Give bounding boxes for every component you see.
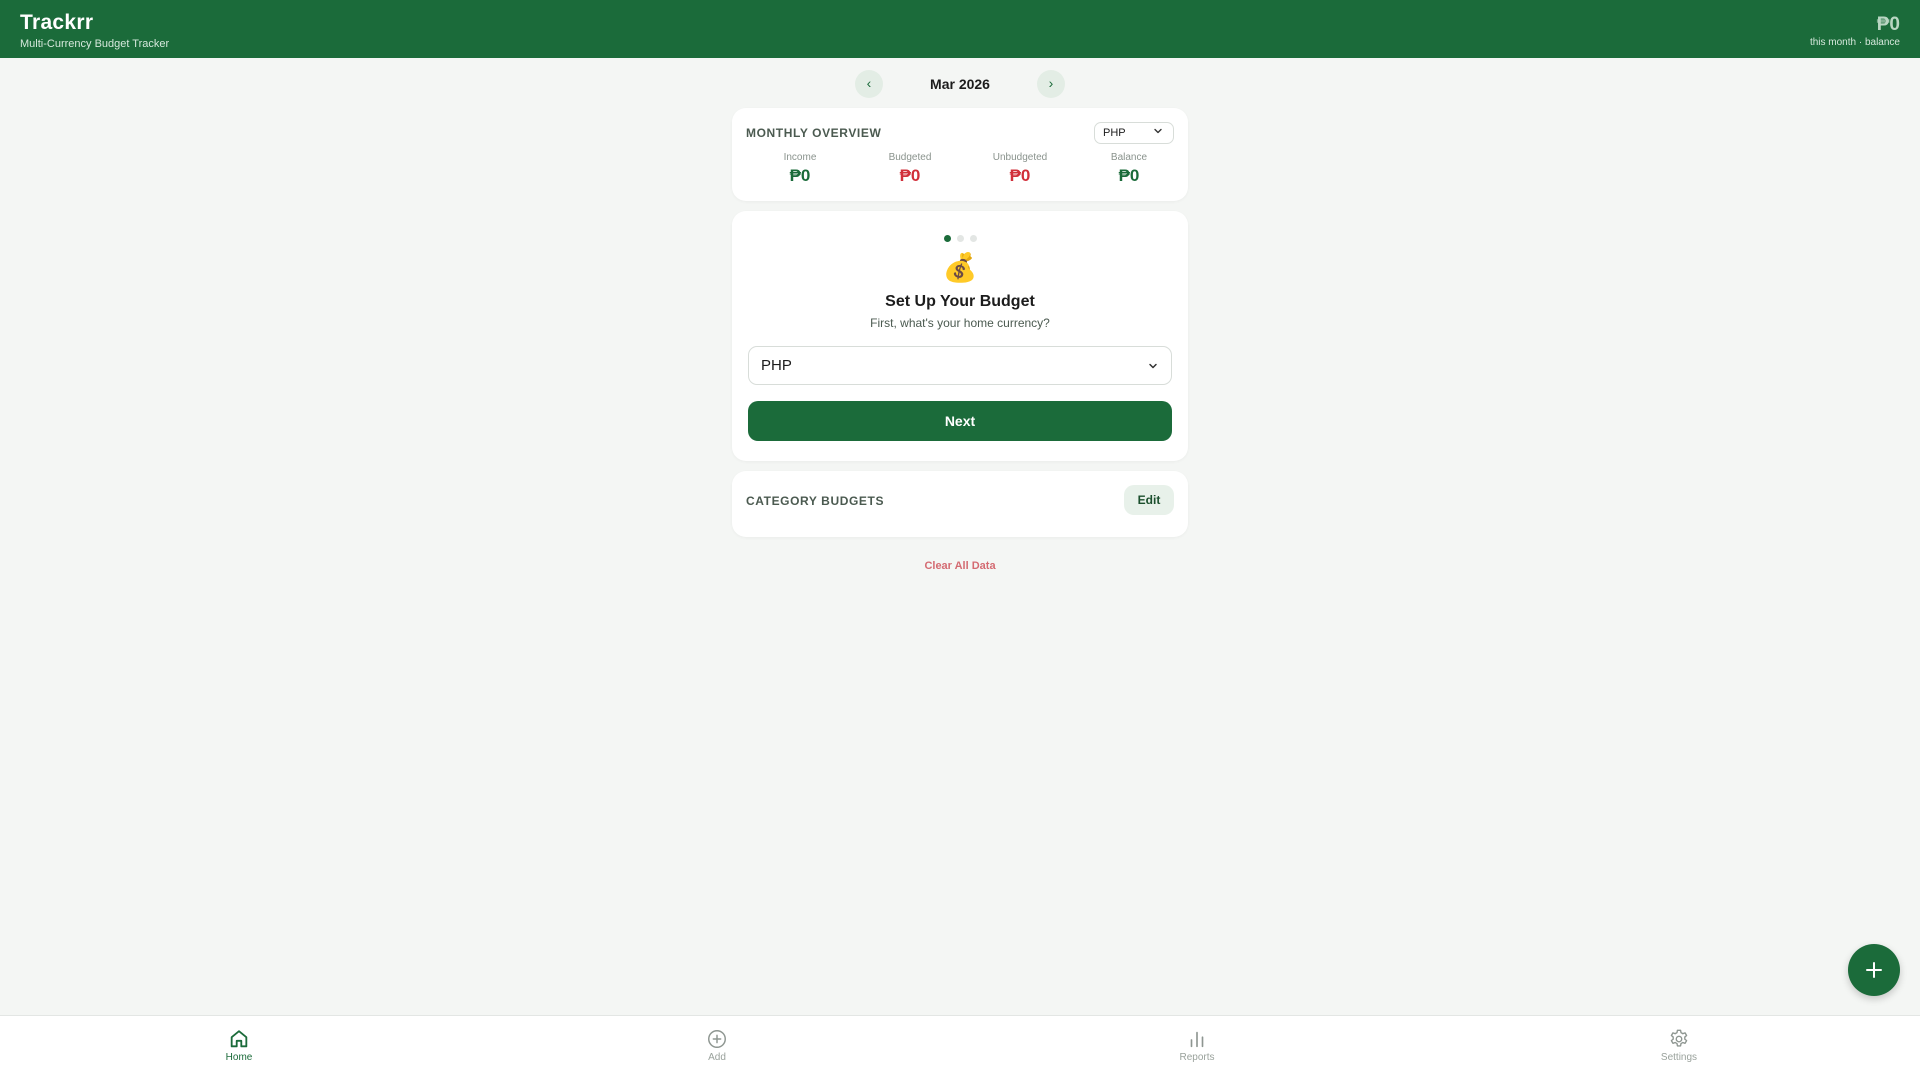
- step-dot-1: [943, 235, 951, 242]
- overview-stats: Income ₱0 Budgeted ₱0 Unbudgeted ₱0 Bala…: [732, 152, 1188, 192]
- app-header: Trackrr Multi-Currency Budget Tracker ₱0…: [0, 0, 1920, 58]
- prev-month-button[interactable]: ‹: [855, 70, 883, 98]
- stat-value: ₱0: [789, 166, 811, 185]
- setup-subtitle: First, what's your home currency?: [870, 316, 1050, 330]
- nav-tab-label: Home: [225, 1052, 253, 1063]
- budget-setup-card: 💰 Set Up Your Budget First, what's your …: [732, 211, 1188, 461]
- header-balance: ₱0 this month · balance: [1810, 14, 1900, 48]
- app-title: Trackrr: [20, 11, 94, 34]
- nav-tab-label: Add: [708, 1052, 726, 1063]
- stat-label: Income: [783, 152, 817, 163]
- nav-tab-add[interactable]: Add: [657, 1028, 777, 1070]
- nav-tab-home[interactable]: Home: [179, 1028, 299, 1070]
- header-balance-label: this month · balance: [1809, 37, 1900, 48]
- next-month-button[interactable]: ›: [1037, 70, 1065, 98]
- stat-label: Balance: [1110, 152, 1148, 163]
- overview-currency-select[interactable]: PHP: [1094, 122, 1174, 144]
- stat-budgeted: Budgeted ₱0: [855, 152, 965, 186]
- brand: Trackrr Multi-Currency Budget Tracker: [20, 11, 169, 50]
- bottom-navigation: Home Add Reports Settings: [0, 1015, 1920, 1080]
- current-month-label: Mar 2026: [930, 76, 990, 92]
- month-navigator: ‹ Mar 2026 ›: [855, 70, 1065, 98]
- stat-value: ₱0: [1118, 166, 1140, 185]
- app-subtitle: Multi-Currency Budget Tracker: [20, 38, 170, 50]
- home-currency-select[interactable]: PHP: [748, 346, 1172, 385]
- category-budgets-card: CATEGORY BUDGETS Edit: [732, 471, 1188, 537]
- overview-currency-value: PHP: [1103, 127, 1126, 139]
- add-transaction-fab[interactable]: [1848, 944, 1900, 996]
- stat-income: Income ₱0: [745, 152, 855, 186]
- money-bag-icon: 💰: [942, 252, 978, 283]
- chevron-down-icon: [1149, 363, 1157, 369]
- setup-title: Set Up Your Budget: [885, 293, 1035, 310]
- stat-label: Unbudgeted: [992, 152, 1048, 163]
- gear-icon: [1670, 1029, 1688, 1047]
- home-icon: [230, 1030, 248, 1048]
- stat-value: ₱0: [899, 166, 921, 185]
- category-budgets-title: CATEGORY BUDGETS: [746, 494, 885, 508]
- bar-chart-icon: [1190, 1031, 1204, 1048]
- stat-balance: Balance ₱0: [1074, 152, 1184, 186]
- stat-unbudgeted: Unbudgeted ₱0: [965, 152, 1075, 186]
- step-indicator: [732, 229, 1188, 242]
- add-circle-icon: [708, 1030, 726, 1048]
- step-dot-3: [969, 235, 977, 242]
- step-dot-2: [956, 235, 964, 242]
- nav-tab-settings[interactable]: Settings: [1619, 1028, 1739, 1070]
- nav-tab-label: Reports: [1179, 1052, 1215, 1063]
- monthly-overview-title: MONTHLY OVERVIEW: [746, 126, 882, 140]
- monthly-overview-card: MONTHLY OVERVIEW PHP Income ₱0 Budgeted …: [732, 108, 1188, 201]
- chevron-down-icon: [1154, 128, 1162, 134]
- next-button[interactable]: Next: [748, 401, 1172, 441]
- plus-icon: [1866, 962, 1882, 978]
- nav-tab-label: Settings: [1660, 1052, 1698, 1063]
- stat-value: ₱0: [1009, 166, 1031, 185]
- nav-tab-reports[interactable]: Reports: [1137, 1028, 1257, 1070]
- home-currency-value: PHP: [761, 357, 792, 374]
- header-balance-amount: ₱0: [1876, 14, 1900, 35]
- edit-budgets-button[interactable]: Edit: [1124, 485, 1174, 515]
- stat-label: Budgeted: [888, 152, 932, 163]
- clear-all-data-button[interactable]: Clear All Data: [860, 560, 1060, 572]
